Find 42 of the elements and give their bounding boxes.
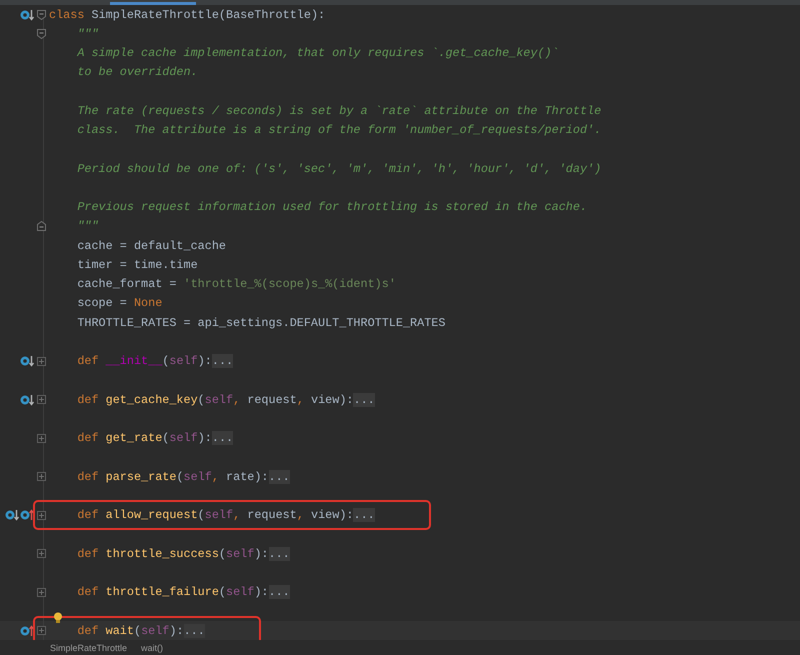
code-line: def parse_rate(self, rate):... (76, 468, 290, 485)
lightbulb-icon[interactable] (53, 612, 63, 624)
code-line: class. The attribute is a string of the form 'number_of_requests/period'. (76, 122, 602, 138)
expand-fold-icon[interactable] (37, 434, 46, 443)
breadcrumb-item[interactable]: SimpleRateThrottle (50, 642, 128, 652)
fold-end-icon[interactable] (37, 221, 46, 232)
code-line: Previous request information used for throttling is stored in the cache. (76, 199, 588, 216)
code-line: timer = time.time (76, 256, 198, 273)
code-line: cache_format = 'throttle_%(scope)s_%(ident)s' (76, 276, 396, 292)
overrides-up-arrow-icon[interactable] (20, 624, 34, 637)
code-line: def allow_request(self, request, view):... (35, 502, 429, 528)
expand-fold-icon[interactable] (37, 472, 46, 482)
code-line: THROTTLE_RATES = api_settings.DEFAULT_THROTTLE_RATES (76, 314, 446, 331)
breadcrumb-item[interactable]: wait() (141, 642, 164, 652)
implemented-down-arrow-icon[interactable] (5, 509, 19, 522)
code-line: cache = default_cache (76, 238, 226, 254)
code-line: Period should be one of: ('s', 'sec', 'm', 'min', 'h', 'hour', 'd', 'day') (76, 160, 602, 177)
code-line: def get_cache_key(self, request, view):... (76, 392, 375, 408)
code-line: def throttle_success(self):... (76, 546, 290, 562)
code-line: class SimpleRateThrottle(BaseThrottle): (49, 6, 326, 23)
code-line: def get_rate(self):... (76, 430, 234, 446)
code-line: def throttle_failure(self):... (76, 584, 290, 600)
code-line: scope = None (76, 295, 162, 312)
code-line: """ (76, 218, 99, 234)
code-line: The rate (requests / seconds) is set by a `rate` attribute on the Throttle (76, 102, 602, 119)
expand-fold-icon[interactable] (37, 626, 46, 636)
implemented-down-arrow-icon[interactable] (20, 355, 34, 368)
code-line: def wait(self):... (35, 618, 259, 644)
fold-marker-icon[interactable] (37, 28, 46, 39)
code-line: def __init__(self):... (76, 353, 234, 370)
expand-fold-icon[interactable] (37, 588, 46, 597)
code-line: A simple cache implementation, that only requires `.get_cache_key()` (76, 45, 559, 62)
code-line: to be overridden. (76, 64, 198, 80)
expand-fold-icon[interactable] (37, 356, 46, 366)
code-line: """ (76, 26, 99, 42)
expand-fold-icon[interactable] (37, 395, 46, 404)
fold-marker-icon[interactable] (37, 10, 46, 20)
implemented-down-arrow-icon[interactable] (20, 394, 34, 406)
implemented-down-arrow-icon[interactable] (20, 8, 34, 21)
expand-fold-icon[interactable] (37, 510, 46, 520)
overrides-up-arrow-icon[interactable] (20, 509, 34, 522)
expand-fold-icon[interactable] (37, 549, 46, 558)
